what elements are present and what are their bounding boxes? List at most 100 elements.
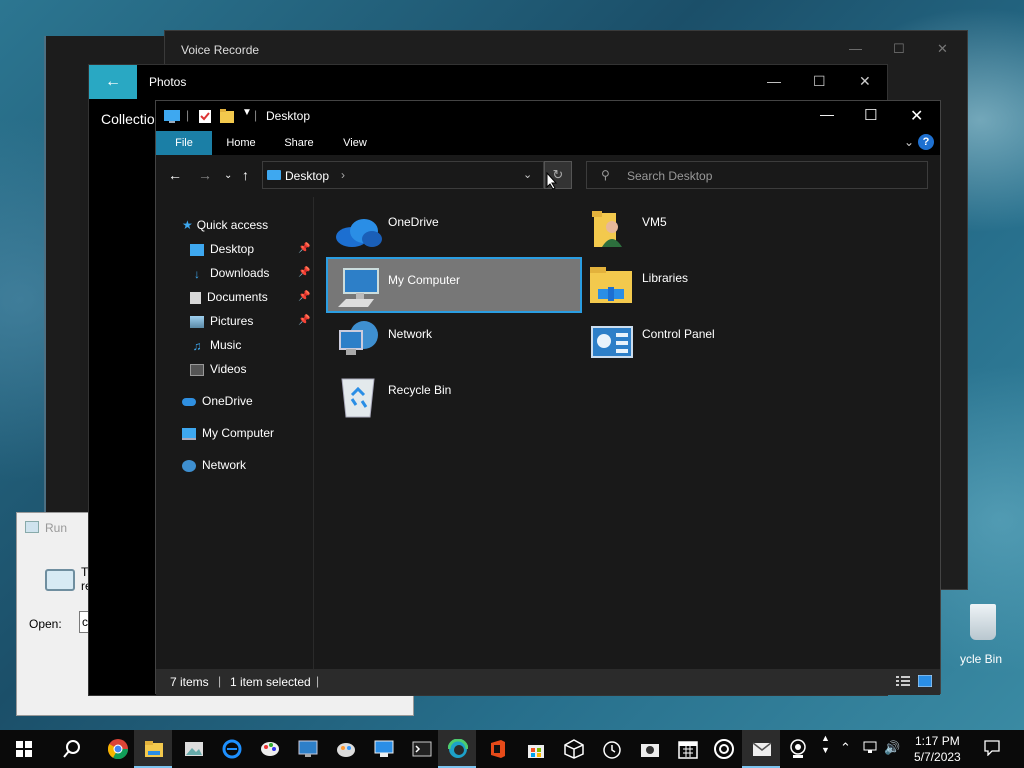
back-button[interactable]: ← <box>89 65 137 99</box>
address-location[interactable]: Desktop <box>285 169 329 183</box>
notifications-icon[interactable] <box>984 740 1000 756</box>
nav-network[interactable]: Network <box>182 455 246 475</box>
taskbar-paint3d[interactable] <box>326 730 364 768</box>
item-onedrive[interactable]: OneDrive <box>328 201 584 257</box>
taskbar-webcam[interactable] <box>778 730 816 768</box>
large-icons-view-icon[interactable] <box>918 675 932 687</box>
minimize-button[interactable]: — <box>820 106 834 122</box>
taskbar-paint[interactable] <box>250 730 288 768</box>
item-control-panel[interactable]: Control Panel <box>582 313 838 369</box>
volume-icon[interactable]: 🔊 <box>884 740 900 756</box>
expand-ribbon-icon[interactable]: ⌄ <box>904 135 914 149</box>
taskbar-3d-viewer[interactable] <box>554 730 592 768</box>
close-button[interactable]: ✕ <box>910 106 923 126</box>
taskbar-chrome[interactable] <box>98 730 136 768</box>
help-icon[interactable]: ? <box>918 134 934 150</box>
taskbar-calendar[interactable] <box>668 730 706 768</box>
videos-icon <box>190 363 204 376</box>
onedrive-icon <box>182 397 196 406</box>
breadcrumb-separator-icon[interactable]: › <box>341 168 345 182</box>
pin-icon[interactable]: 📌 <box>298 243 310 254</box>
item-my-computer[interactable]: My Computer <box>326 257 582 313</box>
start-button[interactable] <box>4 730 42 768</box>
taskbar-edge[interactable] <box>438 730 476 768</box>
taskbar-internet-explorer[interactable] <box>212 730 250 768</box>
nav-videos[interactable]: Videos <box>190 359 246 379</box>
search-button[interactable] <box>52 730 90 768</box>
item-count: 7 items <box>170 675 209 689</box>
tab-share[interactable]: Share <box>274 131 324 155</box>
taskbar-alarms[interactable] <box>592 730 630 768</box>
network-status-icon[interactable] <box>862 741 878 755</box>
taskbar-store[interactable] <box>516 730 554 768</box>
taskbar-scroll-icon[interactable]: ▲ ▼ <box>821 732 830 756</box>
desktop-recycle-bin-label: ycle Bin <box>960 652 1003 666</box>
item-recycle-bin[interactable]: Recycle Bin <box>328 369 584 425</box>
maximize-button[interactable]: ☐ <box>864 106 877 124</box>
nav-downloads[interactable]: ↓ Downloads <box>190 263 269 283</box>
pin-icon[interactable]: 📌 <box>298 267 310 278</box>
taskbar-camera[interactable] <box>630 730 668 768</box>
taskbar-terminal[interactable] <box>402 730 440 768</box>
minimize-icon[interactable]: — <box>849 41 862 56</box>
mail-icon <box>752 742 772 756</box>
taskbar-monitor[interactable] <box>364 730 402 768</box>
close-icon[interactable]: ✕ <box>859 73 871 90</box>
search-box[interactable]: ⚲ Search Desktop <box>586 161 928 189</box>
item-network[interactable]: Network <box>328 313 584 369</box>
maximize-icon[interactable]: ☐ <box>813 73 826 90</box>
taskbar-remote-desktop[interactable] <box>288 730 326 768</box>
up-arrow-icon[interactable]: ↑ <box>242 167 249 183</box>
properties-icon[interactable] <box>198 109 212 124</box>
maximize-icon[interactable]: ☐ <box>893 41 905 57</box>
nav-onedrive[interactable]: OneDrive <box>182 391 253 411</box>
minimize-icon[interactable]: — <box>767 73 781 89</box>
forward-arrow-icon[interactable]: → <box>198 167 212 183</box>
taskbar-mail[interactable] <box>742 730 780 768</box>
network-icon <box>182 459 196 472</box>
tab-home[interactable]: Home <box>216 131 266 155</box>
close-icon[interactable]: ✕ <box>937 41 948 57</box>
nav-my-computer[interactable]: My Computer <box>182 423 274 443</box>
address-dropdown-icon[interactable]: ⌄ <box>523 168 532 181</box>
tab-file[interactable]: File <box>156 131 212 155</box>
photos-collection-tab[interactable]: Collection <box>101 111 162 127</box>
paint3d-icon <box>337 743 355 757</box>
network-icon <box>339 321 378 355</box>
computer-icon <box>182 427 196 440</box>
desktop-recycle-bin[interactable]: ycle Bin <box>960 602 1010 672</box>
clock-time: 1:17 PM <box>915 734 960 748</box>
back-arrow-icon[interactable]: ← <box>168 167 182 183</box>
music-icon: ♫ <box>192 338 202 353</box>
item-vm5[interactable]: VM5 <box>582 201 838 257</box>
camera-icon <box>641 744 659 757</box>
customize-toolbar-icon[interactable]: ▼ <box>242 107 252 118</box>
nav-desktop[interactable]: Desktop <box>190 239 254 259</box>
nav-quick-access[interactable]: ★ Quick access <box>182 215 268 235</box>
download-icon: ↓ <box>194 266 200 281</box>
taskbar-image-viewer[interactable] <box>174 730 212 768</box>
address-bar[interactable]: Desktop › ⌄ <box>262 161 544 189</box>
show-hidden-icons-icon[interactable]: ⌃ <box>840 740 851 756</box>
tab-view[interactable]: View <box>330 131 380 155</box>
explorer-titlebar[interactable]: | ▼ | Desktop — ☐ ✕ <box>156 101 940 131</box>
taskbar-office[interactable] <box>478 730 516 768</box>
nav-music[interactable]: ♫ Music <box>190 335 242 355</box>
new-folder-icon[interactable] <box>220 109 236 123</box>
details-view-icon[interactable] <box>896 675 910 687</box>
nav-pictures[interactable]: Pictures <box>190 311 253 331</box>
taskbar-groove[interactable] <box>704 730 742 768</box>
clock[interactable]: 1:17 PM 5/7/2023 <box>914 733 961 765</box>
pin-icon[interactable]: 📌 <box>298 315 310 326</box>
computer-icon <box>338 268 379 307</box>
recent-locations-icon[interactable]: ⌄ <box>224 170 232 181</box>
search-icon <box>63 740 80 758</box>
pin-icon[interactable]: 📌 <box>298 291 310 302</box>
item-libraries[interactable]: Libraries <box>582 257 838 313</box>
office-icon <box>491 740 505 758</box>
photos-title: Photos <box>149 75 187 89</box>
search-input[interactable]: Search Desktop <box>627 169 712 183</box>
nav-documents[interactable]: Documents <box>190 287 268 307</box>
windows-icon <box>16 741 32 757</box>
taskbar-file-explorer[interactable] <box>134 730 172 768</box>
